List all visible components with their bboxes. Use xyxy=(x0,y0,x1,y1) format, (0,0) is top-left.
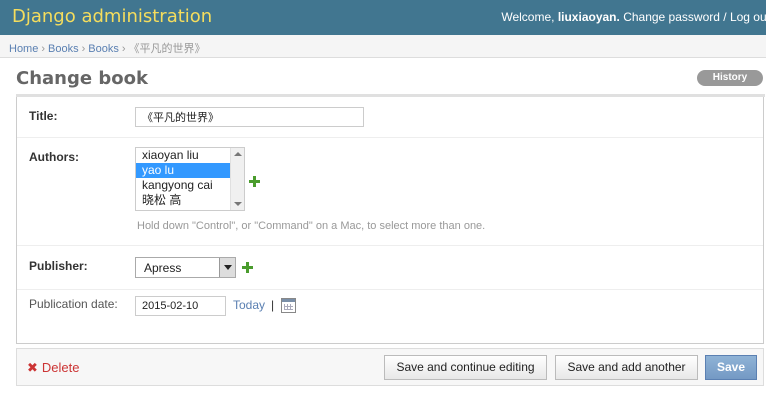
author-option-selected[interactable]: yao lu xyxy=(136,163,231,178)
publisher-label: Publisher: xyxy=(29,259,88,273)
form-row-title: Title: xyxy=(17,97,763,138)
breadcrumb-app[interactable]: Books xyxy=(48,43,79,55)
authors-label: Authors: xyxy=(29,150,79,164)
author-option[interactable]: 晓松 高 xyxy=(136,193,231,208)
scroll-down-icon[interactable] xyxy=(234,202,242,206)
save-and-add-another-button[interactable]: Save and add another xyxy=(555,355,698,380)
authors-multiselect[interactable]: xiaoyan liu yao lu kangyong cai 晓松 高 xyxy=(135,147,245,211)
save-button[interactable]: Save xyxy=(705,355,757,380)
breadcrumb-current: 《平凡的世界》 xyxy=(128,43,206,55)
author-option[interactable]: xiaoyan liu xyxy=(136,148,231,163)
user-tools: Welcome, liuxiaoyan. Change password / L… xyxy=(501,10,766,24)
breadcrumb-separator: › xyxy=(121,43,126,55)
author-option[interactable]: kangyong cai xyxy=(136,178,231,193)
calendar-icon[interactable] xyxy=(281,298,296,313)
history-button[interactable]: History xyxy=(697,70,763,86)
title-input[interactable] xyxy=(135,107,364,127)
authors-scrollbar[interactable] xyxy=(230,148,244,210)
scroll-up-icon[interactable] xyxy=(234,152,242,156)
breadcrumb-separator: › xyxy=(81,43,86,55)
form-row-authors: Authors: xiaoyan liu yao lu kangyong cai… xyxy=(17,138,763,246)
delete-link[interactable]: ✖ Delete xyxy=(27,360,79,376)
chevron-down-icon[interactable] xyxy=(219,258,235,277)
logout-link[interactable]: Log out xyxy=(730,10,766,24)
site-name[interactable]: Django administration xyxy=(12,6,212,27)
change-form: Title: Authors: xiaoyan liu yao lu kangy… xyxy=(16,94,765,344)
breadcrumb: Home › Books › Books › 《平凡的世界》 xyxy=(0,35,766,58)
username: liuxiaoyan. xyxy=(557,10,620,24)
user-tools-separator: / xyxy=(723,10,727,24)
form-row-publisher: Publisher: Apress xyxy=(17,246,763,290)
header-bar: Django administration Welcome, liuxiaoya… xyxy=(0,0,766,35)
breadcrumb-separator: › xyxy=(41,43,46,55)
publisher-selected-value: Apress xyxy=(144,261,182,275)
authors-help-text: Hold down "Control", or "Command" on a M… xyxy=(137,220,486,232)
breadcrumb-home[interactable]: Home xyxy=(9,43,38,55)
add-publisher-icon[interactable] xyxy=(242,262,253,273)
delete-label: Delete xyxy=(41,360,80,375)
page-title: Change book xyxy=(16,68,148,89)
publication-date-label: Publication date: xyxy=(29,297,118,311)
submit-row: ✖ Delete Save and continue editing Save a… xyxy=(16,348,764,386)
publication-date-input[interactable] xyxy=(135,296,226,316)
change-password-link[interactable]: Change password xyxy=(623,10,720,24)
today-link[interactable]: Today xyxy=(233,298,265,312)
welcome-text: Welcome, xyxy=(501,10,555,24)
breadcrumb-model[interactable]: Books xyxy=(88,43,119,55)
publisher-select[interactable]: Apress xyxy=(135,257,236,278)
add-author-icon[interactable] xyxy=(249,176,260,187)
form-row-publication-date: Publication date: Today | xyxy=(17,290,763,344)
save-and-continue-button[interactable]: Save and continue editing xyxy=(384,355,547,380)
delete-icon: ✖ xyxy=(27,360,38,375)
title-label: Title: xyxy=(29,109,58,123)
date-shortcut-separator: | xyxy=(271,298,275,312)
